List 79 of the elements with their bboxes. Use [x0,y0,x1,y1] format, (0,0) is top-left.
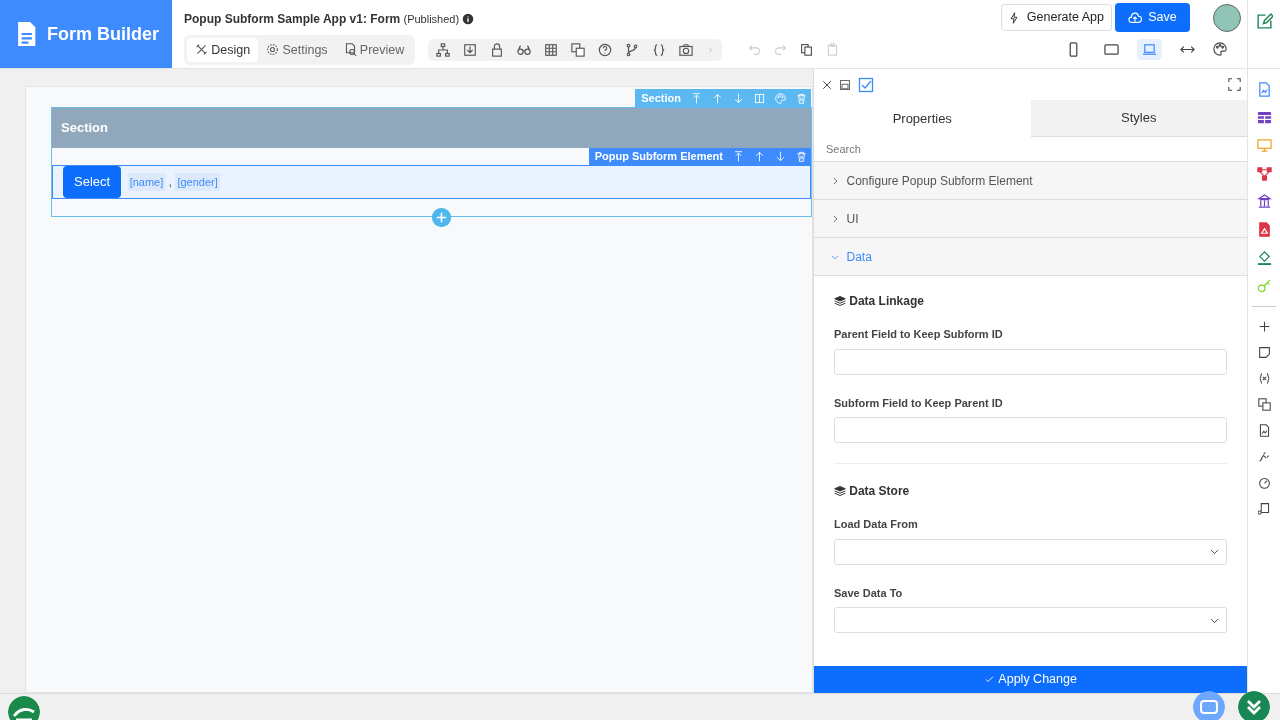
design-icon [195,43,208,57]
app-title: Form Builder [47,22,159,46]
collapse-icon[interactable] [1238,691,1270,720]
input-field[interactable] [834,348,1227,375]
close-icon[interactable] [820,78,833,91]
chevron-right-icon [830,213,840,224]
lightning-icon [1008,11,1021,24]
camera-icon[interactable] [679,42,694,57]
braces-icon[interactable] [652,42,667,57]
variables-icon[interactable] [1257,372,1271,385]
mode-tab[interactable]: Settings [258,37,336,63]
field-label: Subform Field to Keep Parent ID [834,395,1004,411]
status-label: (Published) [403,11,460,27]
arrow-up-icon[interactable] [754,151,765,162]
palette-icon[interactable] [1212,42,1227,56]
accordion-header[interactable]: Data [814,237,1247,275]
save-icon[interactable] [839,78,851,91]
logo-icon[interactable] [8,696,40,720]
field-label: Parent Field to Keep Subform ID [834,327,1004,342]
input-field[interactable] [834,417,1227,443]
group-title: Data Store [849,483,910,500]
subform-element[interactable]: Select [name] , [gender] [52,165,811,199]
building-icon[interactable] [1256,194,1272,209]
avatar[interactable] [1212,3,1241,32]
lock-icon[interactable] [490,42,505,57]
chat-icon[interactable] [1193,691,1225,720]
fullscreen-icon[interactable] [1227,78,1241,91]
grid-icon[interactable] [544,42,559,57]
accordion-header[interactable]: Configure Popup Subform Element [814,161,1247,199]
import-icon[interactable] [463,42,478,57]
field-tag: [name] [127,172,166,192]
branch-icon[interactable] [625,42,640,57]
separator: , [168,173,173,192]
help-icon[interactable] [598,42,613,57]
pdf-file-icon[interactable] [1256,222,1272,237]
section-title: Section [61,119,108,138]
layers-icon [834,295,846,307]
checkbox-icon[interactable] [857,76,874,93]
panel-tab[interactable]: Styles [1030,100,1247,137]
trash-icon[interactable] [796,151,807,162]
arrow-down-icon[interactable] [775,151,786,162]
accordion-header[interactable]: UI [814,199,1247,237]
mode-tab[interactable]: Design [187,37,259,63]
field-tag: [gender] [175,172,220,192]
info-icon [462,13,475,25]
chevron-right-icon [830,175,840,186]
table-icon[interactable] [1256,110,1272,125]
translate-icon[interactable] [571,42,586,57]
plus-icon[interactable] [1257,320,1271,333]
generate-app-button[interactable]: Generate App [1000,4,1112,32]
note-icon[interactable] [1257,346,1271,359]
image-file-icon[interactable] [1257,424,1271,437]
paint-bucket-icon[interactable] [1256,250,1272,265]
form-title: Popup Subform Sample App v1: Form [184,11,401,28]
apply-change-button[interactable]: Apply Change [814,666,1247,693]
check-icon [984,674,996,685]
element-label: Popup Subform Element [594,149,723,165]
gauge-icon[interactable] [1257,476,1271,489]
copy-icon[interactable] [800,43,814,57]
settings-icon [266,43,280,57]
field-label: Save Data To [834,585,904,601]
field-label: Load Data From [834,517,919,532]
document-icon[interactable] [1256,82,1272,97]
layers-icon [834,485,846,497]
select-button[interactable]: Select [63,166,122,198]
save-button[interactable]: Save [1114,3,1190,32]
preview-icon [343,43,357,57]
translate-icon[interactable] [1257,398,1271,411]
edit-icon[interactable] [1255,13,1273,30]
cloud-upload-icon [1127,10,1142,25]
move-top-icon[interactable] [733,151,744,162]
flowchart-icon[interactable] [1256,166,1272,181]
hierarchy-icon[interactable] [436,42,451,57]
mode-tab[interactable]: Preview [335,37,413,63]
scroll-icon[interactable] [1257,502,1271,515]
tablet-icon [1103,41,1119,57]
group-title: Data Linkage [849,293,924,310]
laptop-icon [1141,41,1157,57]
section-label: Section [641,91,681,107]
